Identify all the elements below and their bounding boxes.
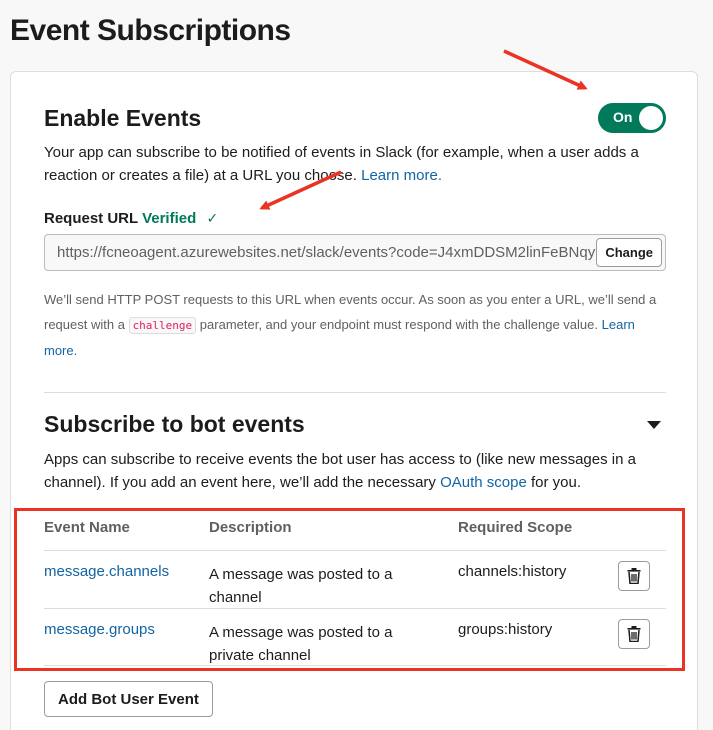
oauth-scope-link[interactable]: OAuth scope bbox=[440, 474, 527, 491]
event-name-link[interactable]: message.groups bbox=[44, 621, 155, 638]
challenge-code: challenge bbox=[128, 317, 197, 334]
event-scope: channels:history bbox=[458, 563, 567, 580]
page-title: Event Subscriptions bbox=[10, 14, 291, 47]
event-description: A message was posted to a channel bbox=[209, 566, 393, 606]
request-url-label: Request URL Verified ✓ bbox=[44, 210, 218, 227]
trash-icon bbox=[627, 568, 641, 584]
column-header-scope: Required Scope bbox=[458, 519, 573, 536]
event-description: A message was posted to a private channe… bbox=[209, 624, 393, 664]
change-url-button[interactable]: Change bbox=[596, 238, 662, 267]
event-name-link[interactable]: message.channels bbox=[44, 563, 169, 580]
table-row: message.groups A message was posted to a… bbox=[44, 608, 666, 666]
request-url-value[interactable]: https://fcneoagent.azurewebsites.net/sla… bbox=[57, 244, 649, 261]
enable-events-learn-more-link[interactable]: Learn more. bbox=[361, 167, 442, 184]
bot-events-title: Subscribe to bot events bbox=[44, 411, 305, 437]
bot-events-text-post: for you. bbox=[530, 474, 582, 491]
bot-events-description: Apps can subscribe to receive events the… bbox=[44, 448, 669, 494]
request-url-label-text: Request URL bbox=[44, 210, 138, 227]
enable-events-toggle[interactable]: On bbox=[598, 103, 666, 133]
event-subscriptions-card: Enable Events On Your app can subscribe … bbox=[10, 71, 698, 730]
delete-event-button[interactable] bbox=[618, 561, 650, 591]
trash-icon bbox=[627, 626, 641, 642]
table-row: message.channels A message was posted to… bbox=[44, 550, 666, 608]
request-url-help: We’ll send HTTP POST requests to this UR… bbox=[44, 287, 669, 363]
event-scope: groups:history bbox=[458, 621, 553, 638]
enable-events-description: Your app can subscribe to be notified of… bbox=[44, 141, 669, 187]
delete-event-button[interactable] bbox=[618, 619, 650, 649]
column-header-description: Description bbox=[209, 519, 292, 536]
add-bot-user-event-button[interactable]: Add Bot User Event bbox=[44, 681, 213, 717]
enable-events-text: Your app can subscribe to be notified of… bbox=[44, 144, 639, 184]
checkmark-icon: ✓ bbox=[206, 210, 219, 226]
enable-events-title: Enable Events bbox=[44, 105, 202, 131]
section-divider bbox=[44, 392, 666, 393]
request-url-input[interactable]: https://fcneoagent.azurewebsites.net/sla… bbox=[44, 234, 666, 271]
column-header-event-name: Event Name bbox=[44, 519, 130, 536]
verified-status: Verified bbox=[142, 210, 197, 227]
toggle-knob bbox=[639, 106, 663, 130]
toggle-label: On bbox=[613, 109, 633, 125]
help-text-post: parameter, and your endpoint must respon… bbox=[199, 317, 598, 332]
collapse-caret-icon[interactable] bbox=[647, 421, 661, 429]
